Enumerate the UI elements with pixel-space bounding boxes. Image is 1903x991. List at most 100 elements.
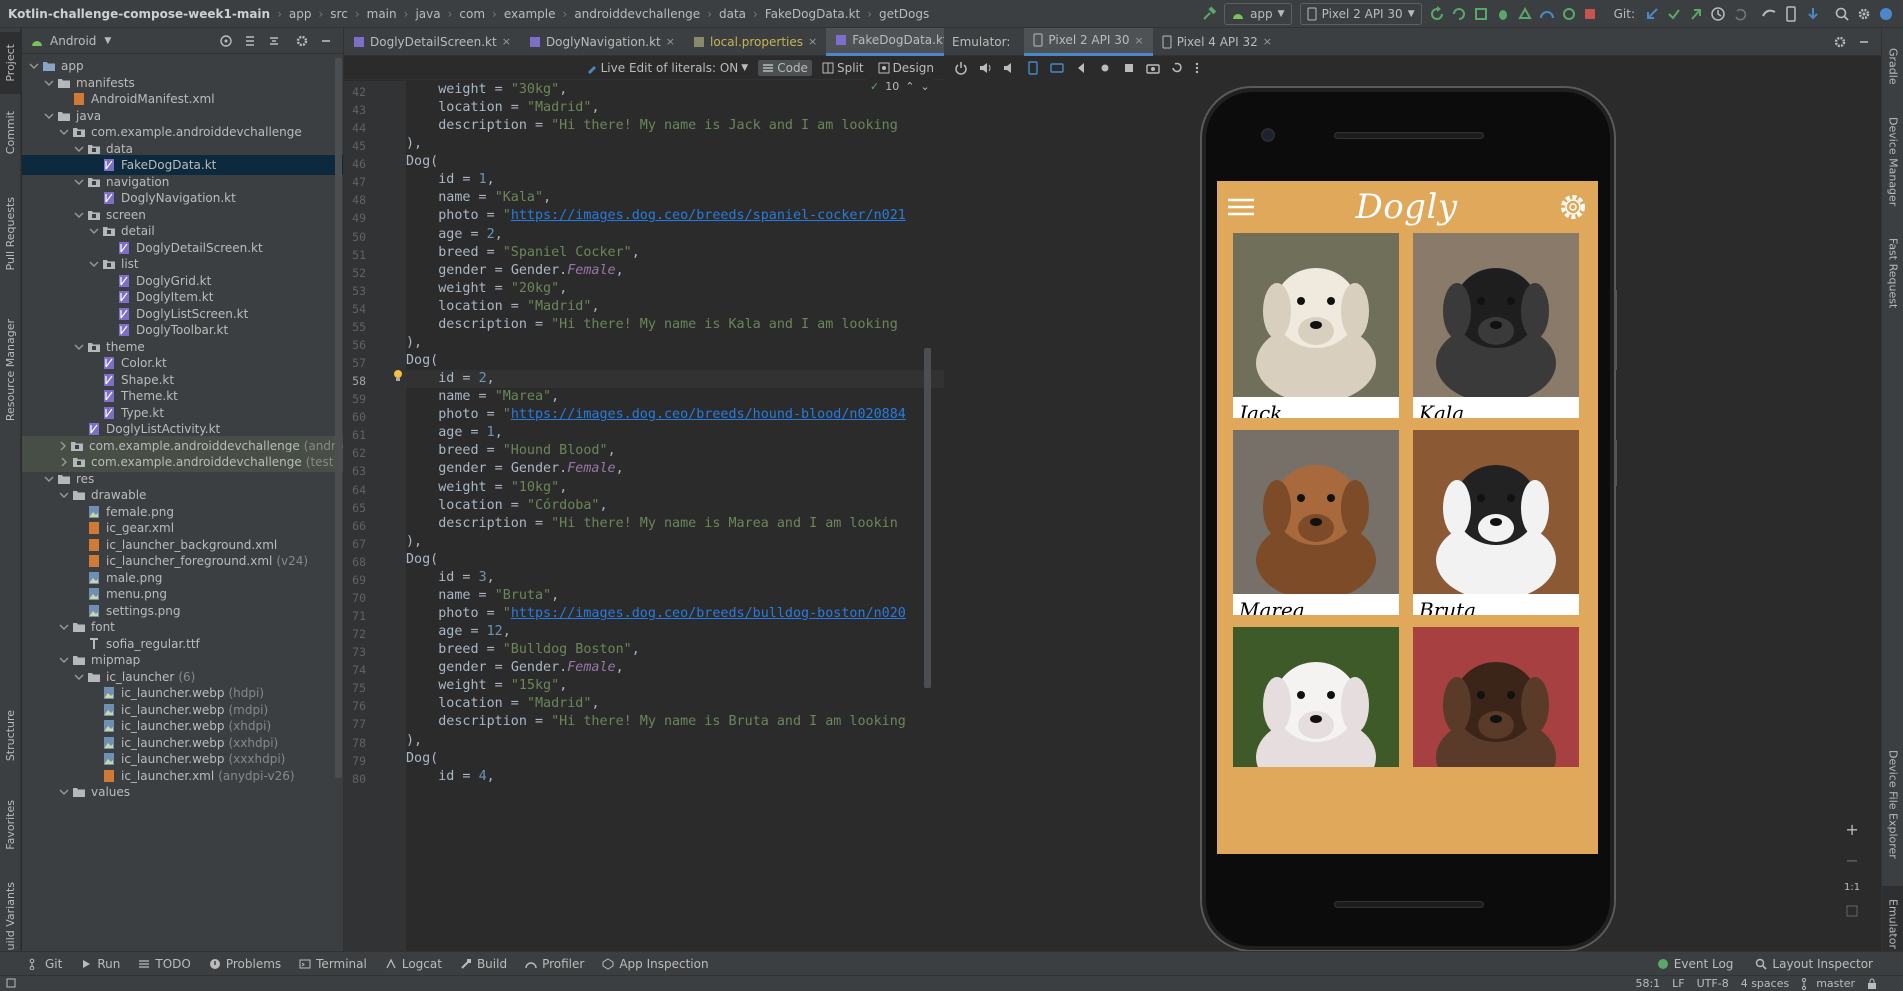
editor-vscroll[interactable] xyxy=(924,348,931,688)
git-commit-icon[interactable] xyxy=(1666,3,1682,25)
volume-down-icon[interactable] xyxy=(1002,61,1016,75)
project-view-select[interactable]: Android xyxy=(50,34,96,48)
power-icon[interactable] xyxy=(954,61,968,75)
dog-card[interactable] xyxy=(1233,627,1399,767)
breadcrumb-item[interactable]: app xyxy=(289,0,312,28)
chevron-down-icon[interactable] xyxy=(88,225,100,237)
inspection-widget[interactable]: ✓ 10 ⌃ ⌄ xyxy=(866,78,934,95)
close-icon[interactable]: × xyxy=(666,35,675,48)
emulator-tab[interactable]: Pixel 4 API 32 × xyxy=(1153,28,1281,56)
breadcrumb-item[interactable]: src xyxy=(330,0,348,28)
dog-card[interactable] xyxy=(1413,627,1579,767)
tab-favorites[interactable]: Favorites xyxy=(0,788,21,862)
dog-card[interactable]: Bruta12 years old xyxy=(1413,430,1579,615)
expand-all-icon[interactable] xyxy=(243,34,257,48)
chevron-down-icon[interactable] xyxy=(58,489,70,501)
sdk-manager-icon[interactable] xyxy=(1805,3,1821,25)
tool-window-logcat[interactable]: Logcat xyxy=(385,957,442,971)
tab-resource-manager[interactable]: Resource Manager xyxy=(0,300,21,440)
tab-device-manager[interactable]: Device Manager xyxy=(1882,112,1903,212)
sync-gradle-icon[interactable] xyxy=(1761,3,1777,25)
breadcrumb-item[interactable]: java xyxy=(415,0,440,28)
breadcrumb-item[interactable]: main xyxy=(367,0,397,28)
apply-code-changes-icon[interactable] xyxy=(1473,3,1489,25)
breadcrumb-item[interactable]: getDogs xyxy=(879,0,929,28)
tree-item[interactable]: values xyxy=(22,782,343,802)
file-encoding[interactable]: UTF-8 xyxy=(1697,977,1729,990)
chevron-right-icon[interactable] xyxy=(58,440,68,452)
logo-icon[interactable] xyxy=(1878,3,1894,25)
snapshot-icon[interactable] xyxy=(1170,61,1184,75)
zoom-in-icon[interactable]: + xyxy=(1845,820,1858,839)
hide-panel-icon[interactable] xyxy=(319,34,333,48)
tab-pull-requests[interactable]: Pull Requests xyxy=(0,178,21,290)
back-icon[interactable] xyxy=(1074,61,1088,75)
overview-icon[interactable] xyxy=(1122,61,1136,75)
chevron-down-icon[interactable] xyxy=(58,126,70,138)
gear-icon[interactable] xyxy=(1856,3,1872,25)
git-branch[interactable]: master xyxy=(1801,977,1855,990)
tool-window-todo[interactable]: TODO xyxy=(138,957,191,971)
caret-position[interactable]: 58:1 xyxy=(1635,977,1660,990)
mode-design[interactable]: Design xyxy=(874,60,938,76)
dog-card[interactable]: Jack10 years old xyxy=(1233,233,1399,418)
close-icon[interactable]: × xyxy=(1263,35,1272,48)
rerun-icon[interactable] xyxy=(1429,3,1445,25)
breadcrumb-item[interactable]: Kotlin-challenge-compose-week1-main xyxy=(8,0,270,28)
git-update-icon[interactable] xyxy=(1644,3,1660,25)
fit-screen-icon[interactable] xyxy=(1846,905,1858,917)
indent-setting[interactable]: 4 spaces xyxy=(1741,977,1790,990)
editor-tab[interactable]: DoglyDetailScreen.kt × xyxy=(344,28,520,56)
tool-window-build[interactable]: Build xyxy=(460,957,507,971)
emulator-tab[interactable]: Pixel 2 API 30 × xyxy=(1024,27,1153,56)
device-manager-icon[interactable] xyxy=(1783,3,1799,25)
tab-project[interactable]: Project xyxy=(0,32,21,94)
apply-changes-icon[interactable] xyxy=(1451,3,1467,25)
rollback-icon[interactable] xyxy=(1732,3,1748,25)
collapse-all-icon[interactable] xyxy=(267,34,281,48)
tool-window-git[interactable]: Git xyxy=(28,957,62,971)
search-icon[interactable] xyxy=(1834,3,1850,25)
gear-icon[interactable] xyxy=(1833,35,1847,49)
chevron-down-icon[interactable] xyxy=(88,258,100,270)
tab-structure[interactable]: Structure xyxy=(0,696,21,776)
close-icon[interactable]: × xyxy=(502,35,511,48)
tab-device-file-explorer[interactable]: Device File Explorer xyxy=(1882,734,1903,874)
layout-inspector-button[interactable]: Layout Inspector xyxy=(1755,957,1873,971)
status-toggle-icon[interactable] xyxy=(6,978,16,988)
stop-icon[interactable] xyxy=(1583,3,1597,25)
hide-panel-icon[interactable] xyxy=(1857,35,1871,49)
project-scrollbar[interactable] xyxy=(335,58,342,778)
chevron-down-icon[interactable] xyxy=(43,473,55,485)
history-icon[interactable] xyxy=(1710,3,1726,25)
chevron-down-icon[interactable] xyxy=(73,143,85,155)
more-icon[interactable] xyxy=(1194,61,1200,75)
breadcrumb-item[interactable]: FakeDogData.kt xyxy=(765,0,860,28)
zoom-actual-size[interactable]: 1:1 xyxy=(1844,882,1860,893)
dog-card[interactable]: Marea1 years old xyxy=(1233,430,1399,615)
line-separator[interactable]: LF xyxy=(1672,977,1684,990)
tab-fast-request[interactable]: Fast Request xyxy=(1882,228,1903,318)
git-push-icon[interactable] xyxy=(1688,3,1704,25)
mode-split[interactable]: Split xyxy=(818,60,868,76)
tool-window-app-inspection[interactable]: App Inspection xyxy=(602,957,709,971)
locate-icon[interactable] xyxy=(219,34,233,48)
tool-window-run[interactable]: Run xyxy=(80,957,120,971)
tool-window-profiler[interactable]: Profiler xyxy=(525,957,584,971)
previous-highlight-icon[interactable]: ⌃ xyxy=(905,80,914,93)
zoom-out-icon[interactable]: − xyxy=(1845,851,1858,870)
chevron-down-icon[interactable] xyxy=(43,110,55,122)
chevron-down-icon[interactable] xyxy=(43,77,55,89)
breadcrumb-item[interactable]: example xyxy=(504,0,556,28)
dog-card[interactable]: Kala2 years old xyxy=(1413,233,1579,418)
mode-code[interactable]: Code xyxy=(758,59,812,76)
chevron-down-icon[interactable]: ▼ xyxy=(104,36,111,46)
coverage-icon[interactable] xyxy=(1517,3,1533,25)
next-highlight-icon[interactable]: ⌄ xyxy=(920,80,929,93)
close-icon[interactable]: × xyxy=(808,35,817,48)
rotate-right-icon[interactable] xyxy=(1050,61,1064,75)
close-icon[interactable]: × xyxy=(1134,34,1143,47)
chevron-down-icon[interactable] xyxy=(58,786,70,798)
attach-debugger-icon[interactable] xyxy=(1561,3,1577,25)
menu-icon[interactable] xyxy=(1227,197,1255,217)
